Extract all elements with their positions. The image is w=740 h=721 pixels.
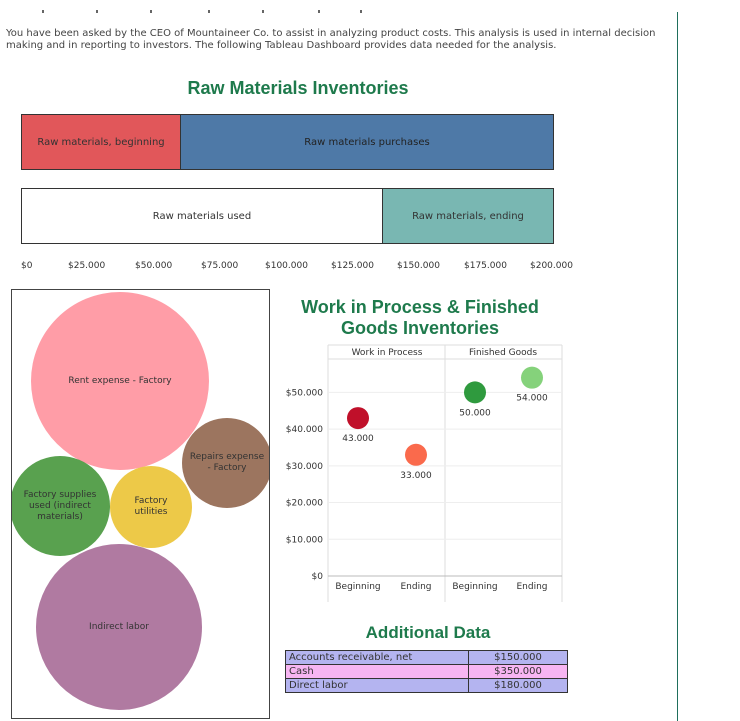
table-row: Accounts receivable, net $150.000	[285, 650, 568, 665]
axis-tick: $150.000	[397, 261, 440, 271]
bar-raw-materials-beginning[interactable]: Raw materials, beginning	[21, 114, 181, 170]
data-label: 33.000	[400, 471, 432, 481]
bar-label: Raw materials purchases	[304, 136, 430, 148]
y-tick-label: $20.000	[286, 499, 323, 509]
data-point[interactable]	[521, 366, 543, 389]
x-label-wip-ending: Ending	[400, 582, 431, 592]
right-divider	[677, 12, 678, 721]
bar-raw-materials-used[interactable]: Raw materials used	[21, 188, 383, 244]
table-cell-value: $350.000	[468, 664, 568, 679]
y-tick-label: $30.000	[286, 462, 323, 472]
axis-tick: $75.000	[201, 261, 239, 271]
bar-raw-materials-ending[interactable]: Raw materials, ending	[382, 188, 554, 244]
table-cell-value: $180.000	[468, 678, 568, 693]
table-cell-label: Cash	[285, 664, 469, 679]
additional-data-title: Additional Data	[365, 623, 491, 642]
axis-tick: $175.000	[464, 261, 507, 271]
y-tick-label: $40.000	[286, 425, 323, 435]
bubble-label: Factory utilities	[134, 496, 168, 517]
bar-label: Raw materials, ending	[412, 210, 524, 222]
bubble-label: Indirect labor	[89, 621, 149, 632]
y-tick-label: $50.000	[286, 388, 323, 398]
axis-tick: $200.000	[530, 261, 573, 271]
cropped-text-remnant	[0, 10, 380, 13]
data-label: 50.000	[459, 408, 491, 418]
axis-tick: $25.000	[68, 261, 106, 271]
table-cell-label: Accounts receivable, net	[285, 650, 469, 665]
data-label: 43.000	[342, 434, 374, 444]
bubble-label: Factory supplies used (indirect material…	[23, 489, 97, 522]
wip-fg-scatter-chart: Work in Process Finished Goods $50.000 $4…	[286, 344, 563, 602]
table-cell-value: $150.000	[468, 650, 568, 665]
bubble-rent-expense[interactable]: Rent expense - Factory	[31, 292, 209, 470]
bubble-label: Rent expense - Factory	[68, 375, 172, 386]
bubble-factory-supplies[interactable]: Factory supplies used (indirect material…	[12, 456, 110, 556]
y-tick-label: $10.000	[286, 535, 323, 545]
axis-tick: $0	[21, 261, 33, 271]
table-cell-label: Direct labor	[285, 678, 469, 693]
wip-fg-title: Work in Process & Finished Goods Invento…	[280, 297, 560, 339]
bubble-label: Repairs expense - Factory	[189, 452, 265, 473]
wip-fg-title-line1: Work in Process & Finished	[301, 297, 539, 317]
bubble-indirect-labor[interactable]: Indirect labor	[36, 544, 202, 710]
raw-materials-title: Raw Materials Inventories	[187, 78, 409, 98]
y-tick-label: $0	[312, 572, 324, 582]
bar-label: Raw materials used	[152, 210, 252, 222]
data-point[interactable]	[464, 381, 486, 404]
table-row: Cash $350.000	[285, 664, 568, 679]
axis-tick: $125.000	[331, 261, 374, 271]
panel-header-wip: Work in Process	[352, 348, 423, 358]
x-label-fg-beginning: Beginning	[452, 582, 497, 592]
bubble-factory-utilities[interactable]: Factory utilities	[110, 466, 192, 548]
overhead-bubble-chart: Rent expense - Factory Repairs expense -…	[11, 289, 270, 719]
wip-fg-title-line2: Goods Inventories	[340, 318, 500, 338]
x-label-fg-ending: Ending	[516, 582, 547, 592]
data-point[interactable]	[347, 407, 369, 430]
data-point[interactable]	[405, 443, 427, 466]
bar-label: Raw materials, beginning	[37, 136, 165, 148]
additional-data-table: Accounts receivable, net $150.000 Cash $…	[285, 650, 568, 693]
intro-text: You have been asked by the CEO of Mounta…	[6, 28, 656, 51]
panel-header-fg: Finished Goods	[469, 348, 537, 358]
axis-tick: $50.000	[135, 261, 173, 271]
bar-raw-materials-purchases[interactable]: Raw materials purchases	[180, 114, 554, 170]
table-row: Direct labor $180.000	[285, 678, 568, 693]
axis-tick: $100.000	[265, 261, 308, 271]
data-label: 54.000	[516, 394, 548, 404]
x-label-wip-beginning: Beginning	[335, 582, 380, 592]
bubble-repairs-expense[interactable]: Repairs expense - Factory	[182, 418, 269, 508]
